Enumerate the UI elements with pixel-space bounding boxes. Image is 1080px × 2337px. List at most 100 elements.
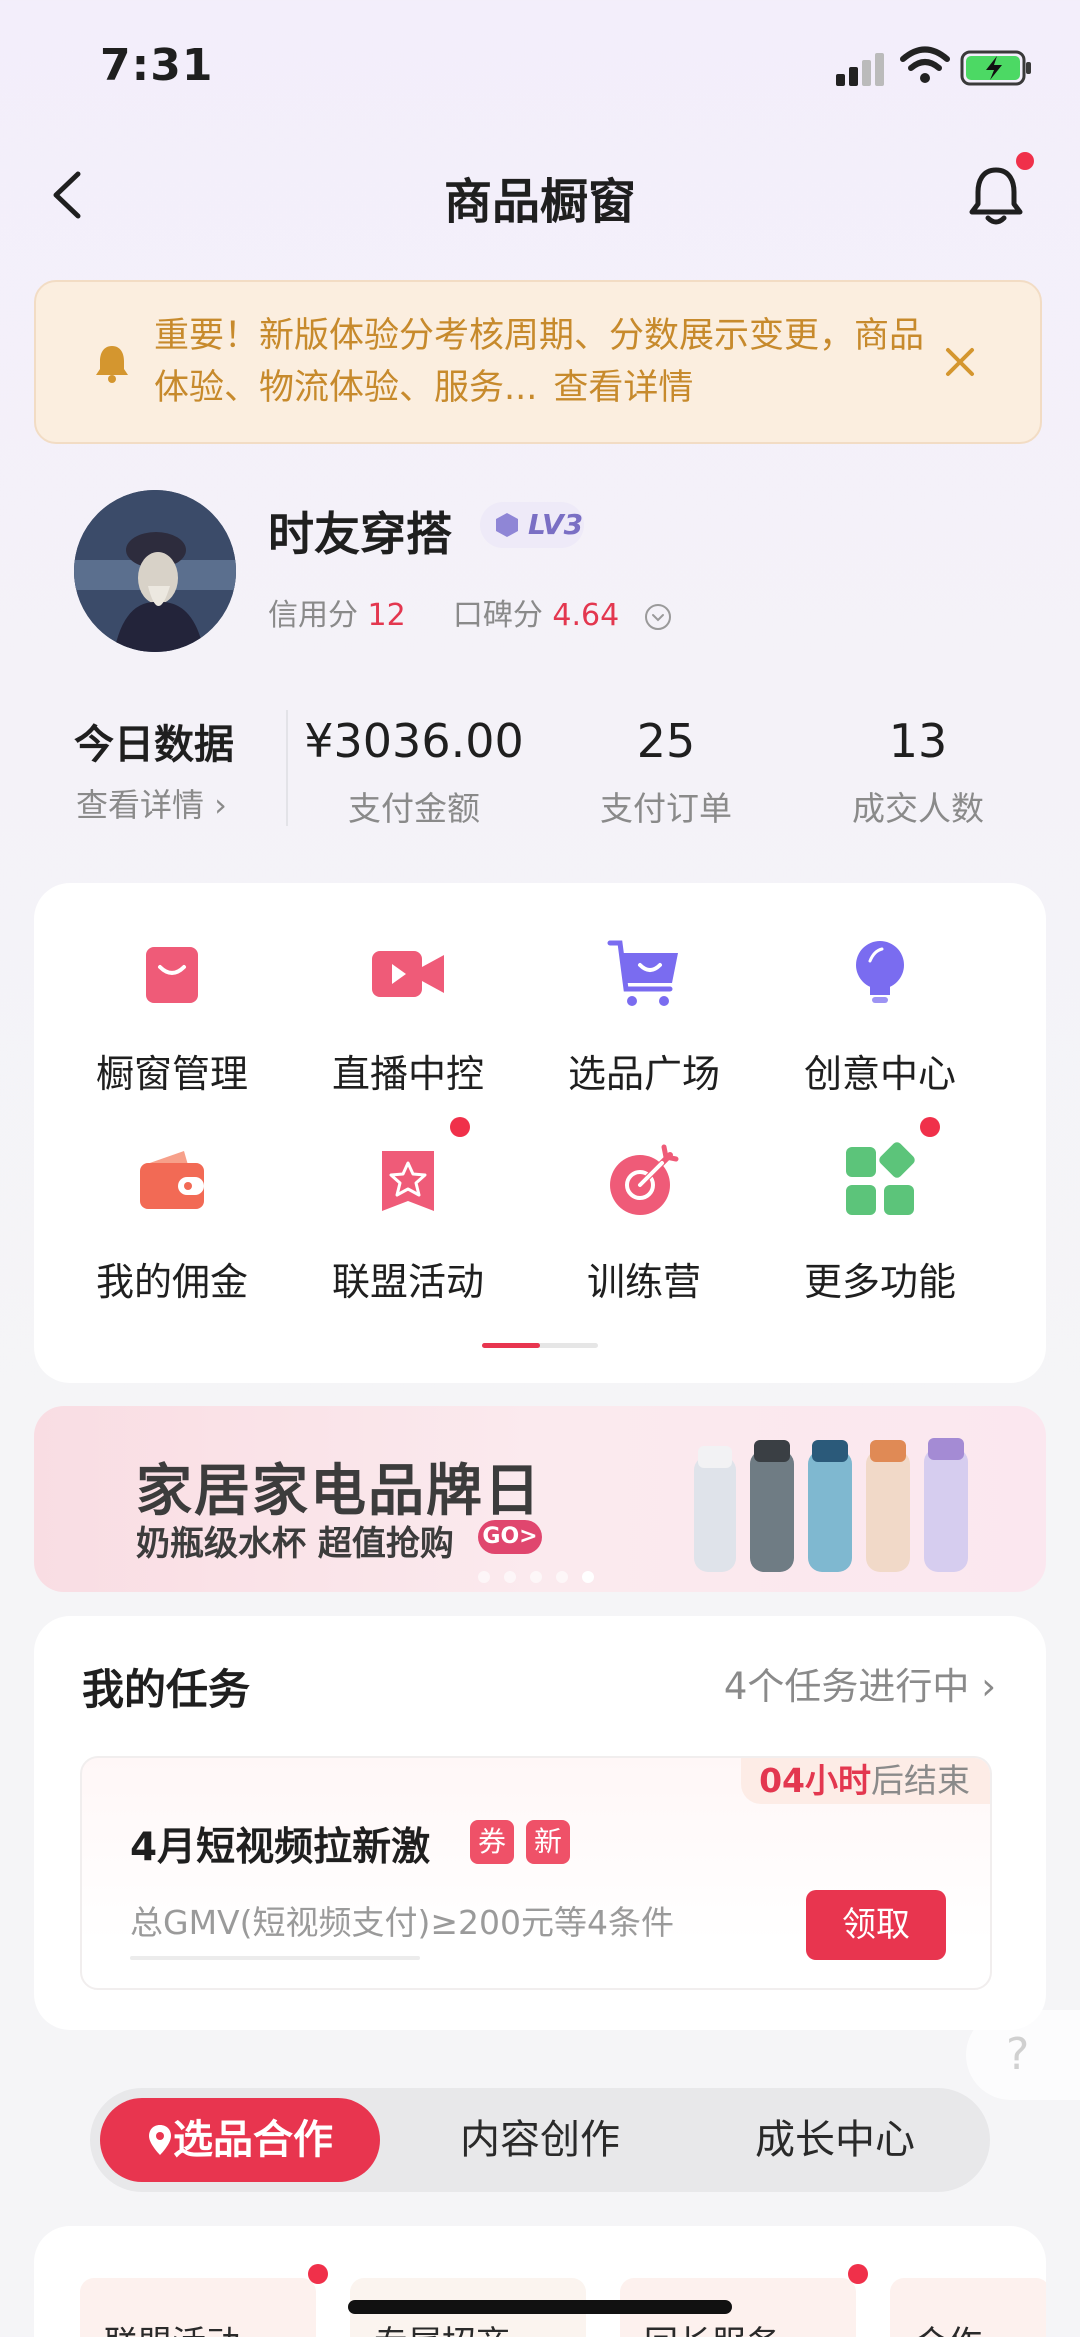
metric-value: ¥3036.00: [304, 714, 524, 768]
tool-creative-center[interactable]: 创意中心: [780, 933, 980, 1098]
today-data: 今日数据 查看详情 › ¥3036.00 支付金额 25 支付订单 13 成交人…: [0, 708, 1080, 828]
metric-buyers[interactable]: 13 成交人数: [798, 708, 1038, 830]
new-tag: 新: [526, 1820, 570, 1864]
task-description: 总GMV(短视频支付)≥200元等4条件: [130, 1903, 675, 1942]
help-button[interactable]: ?: [966, 2010, 1080, 2100]
tool-label: 直播中控: [331, 1052, 484, 1096]
hexagon-icon: [496, 513, 518, 537]
notice-text: 重要！新版体验分考核周期、分数展示变更，商品体验、物流体验、服务... 查看详情: [154, 310, 934, 414]
tasks-card: 我的任务 4个任务进行中 › 04小时后结束 4月短视频拉新激 券 新 总GMV…: [34, 1616, 1046, 2030]
entry-cooperation[interactable]: 合作: [890, 2278, 1046, 2337]
water-bottles-image: [694, 1438, 968, 1572]
tab-label: 选品合作: [173, 2117, 333, 2163]
divider: [286, 710, 288, 826]
tab-growth-center[interactable]: 成长中心: [690, 2098, 980, 2182]
claim-button[interactable]: 领取: [806, 1890, 946, 1960]
bottom-section: 联盟活动 › 专属招商 › 回长服务 › 合作: [34, 2226, 1046, 2337]
scores-row[interactable]: 信用分 12 口碑分 4.64: [268, 590, 673, 634]
wifi-icon: [900, 46, 950, 83]
notice-message: 重要！新版体验分考核周期、分数展示变更，商品体验、物流体验、服务...: [154, 316, 925, 408]
banner-title: 家居家电品牌日: [136, 1459, 542, 1524]
notification-bell-icon[interactable]: [962, 160, 1030, 230]
notice-banner[interactable]: 重要！新版体验分考核周期、分数展示变更，商品体验、物流体验、服务... 查看详情: [34, 280, 1042, 444]
notice-detail-link[interactable]: 查看详情: [553, 368, 693, 408]
carousel-dots: [478, 1568, 608, 1587]
nav-bar: 商品橱窗: [0, 150, 1080, 240]
tab-content-creation[interactable]: 内容创作: [400, 2098, 680, 2182]
credit-value: 12: [367, 598, 406, 633]
tool-label: 橱窗管理: [95, 1052, 248, 1096]
tab-product-cooperation[interactable]: 选品合作: [100, 2098, 380, 2182]
tool-label: 选品广场: [567, 1052, 720, 1096]
status-bar: 7:31: [0, 0, 1080, 130]
reputation-label: 口碑分: [452, 598, 543, 633]
segment-tabs: 选品合作 内容创作 成长中心: [90, 2088, 990, 2192]
tool-more-features[interactable]: 更多功能: [780, 1141, 980, 1306]
signal-icon: [836, 52, 886, 86]
tool-training-camp[interactable]: 训练营: [544, 1141, 744, 1306]
notification-dot: [450, 1117, 470, 1137]
shopping-cart-icon: [607, 940, 678, 1006]
tasks-link[interactable]: 4个任务进行中 ›: [724, 1656, 996, 1710]
tool-alliance-events[interactable]: 联盟活动: [308, 1141, 508, 1306]
entry-alliance-events[interactable]: 联盟活动 ›: [80, 2278, 316, 2337]
grid-icon: [846, 1142, 915, 1215]
notification-dot: [308, 2264, 328, 2284]
credit-label: 信用分: [268, 598, 358, 633]
metric-label: 成交人数: [852, 789, 984, 828]
task-item[interactable]: 04小时后结束 4月短视频拉新激 券 新 总GMV(短视频支付)≥200元等4条…: [80, 1756, 992, 1990]
banner-go-button[interactable]: GO>: [478, 1520, 542, 1554]
task-timer: 04小时后结束: [741, 1758, 990, 1804]
level-badge: LV3: [480, 502, 584, 548]
metric-pay-amount[interactable]: ¥3036.00 支付金额: [294, 708, 534, 830]
notification-dot: [920, 1117, 940, 1137]
page-title: 商品橱窗: [443, 174, 636, 230]
task-progress-bar: [130, 1956, 420, 1960]
tasks-title: 我的任务: [82, 1665, 251, 1714]
task-timer-suffix: 后结束: [871, 1761, 970, 1800]
tools-card: 橱窗管理 直播中控 选品广场 创意中心 我的佣金 联盟活动 训练营 更多功能: [34, 883, 1046, 1383]
today-detail-link[interactable]: 查看详情 ›: [76, 780, 227, 826]
tool-label: 联盟活动: [331, 1260, 484, 1304]
tool-label: 训练营: [586, 1260, 701, 1304]
tool-my-commission[interactable]: 我的佣金: [72, 1141, 272, 1306]
notification-dot: [848, 2264, 868, 2284]
avatar[interactable]: [74, 490, 236, 652]
shopping-bag-icon: [146, 947, 198, 1003]
profile-name: 时友穿搭: [268, 507, 452, 561]
avatar-image: [74, 490, 236, 652]
page-indicator: [482, 1343, 598, 1348]
reputation-value: 4.64: [552, 598, 620, 633]
promo-banner[interactable]: 家居家电品牌日 奶瓶级水杯 超值抢购 GO>: [34, 1406, 1046, 1592]
star-badge-icon: [382, 1151, 434, 1211]
level-text: LV3: [528, 508, 584, 541]
task-name: 4月短视频拉新激: [130, 1825, 431, 1870]
battery-icon: [960, 50, 1031, 86]
tool-label: 我的佣金: [95, 1260, 248, 1304]
video-camera-icon: [372, 951, 444, 997]
wallet-icon: [140, 1151, 204, 1209]
tool-window-manage[interactable]: 橱窗管理: [72, 933, 272, 1098]
target-icon: [610, 1144, 679, 1215]
metric-label: 支付订单: [600, 789, 732, 828]
tool-label: 创意中心: [803, 1052, 956, 1096]
notification-dot: [1016, 152, 1034, 170]
tool-product-plaza[interactable]: 选品广场: [544, 933, 744, 1098]
coupon-tag: 券: [470, 1820, 514, 1864]
tool-label: 更多功能: [803, 1260, 956, 1304]
metric-value: 25: [636, 714, 696, 768]
status-time: 7:31: [100, 40, 214, 91]
chevron-down-circle-icon[interactable]: [643, 602, 673, 632]
close-icon[interactable]: [942, 344, 978, 380]
metric-label: 支付金额: [348, 789, 480, 828]
metric-orders[interactable]: 25 支付订单: [546, 708, 786, 830]
home-indicator[interactable]: [348, 2300, 732, 2314]
location-pin-icon: [149, 2125, 171, 2155]
lightbulb-icon: [856, 941, 904, 1003]
metric-value: 13: [888, 714, 948, 768]
tool-live-control[interactable]: 直播中控: [308, 933, 508, 1098]
task-timer-value: 04小时: [759, 1761, 871, 1800]
banner-subtitle: 奶瓶级水杯 超值抢购: [136, 1524, 454, 1564]
today-title: 今日数据: [74, 722, 234, 768]
notice-bell-icon: [96, 346, 128, 383]
